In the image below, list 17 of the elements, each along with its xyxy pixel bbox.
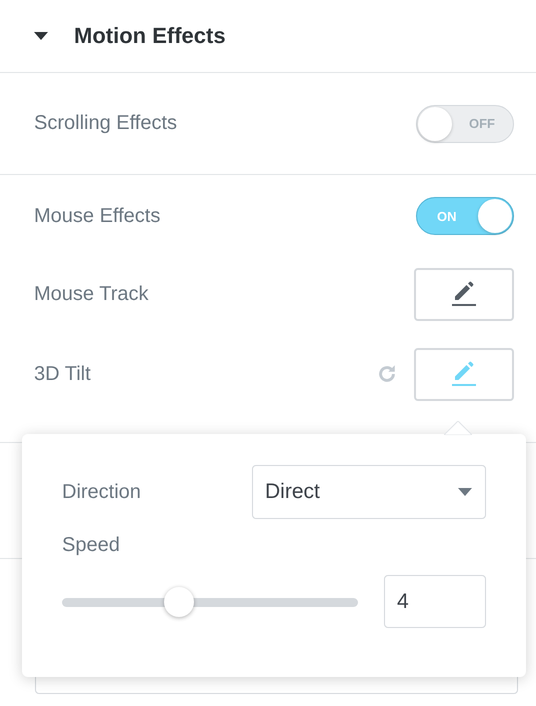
pencil-icon [452,361,476,387]
slider-thumb[interactable] [164,586,194,616]
speed-input[interactable]: 4 [384,575,486,628]
speed-label: Speed [62,534,121,557]
caret-icon[interactable] [34,32,48,40]
control-label: Mouse Effects [34,204,160,228]
control-label: Mouse Track [34,282,148,306]
control-label: Scrolling Effects [34,112,178,135]
pencil-icon [452,281,476,307]
control-label: 3D Tilt [34,362,91,386]
edit-button[interactable] [414,268,514,320]
direction-select[interactable]: Direct [252,465,486,519]
reset-icon[interactable] [376,363,398,385]
section-title: Motion Effects [74,23,226,49]
direction-label: Direction [62,480,141,504]
speed-slider[interactable] [62,586,358,616]
dropdown-caret-icon [458,488,472,496]
